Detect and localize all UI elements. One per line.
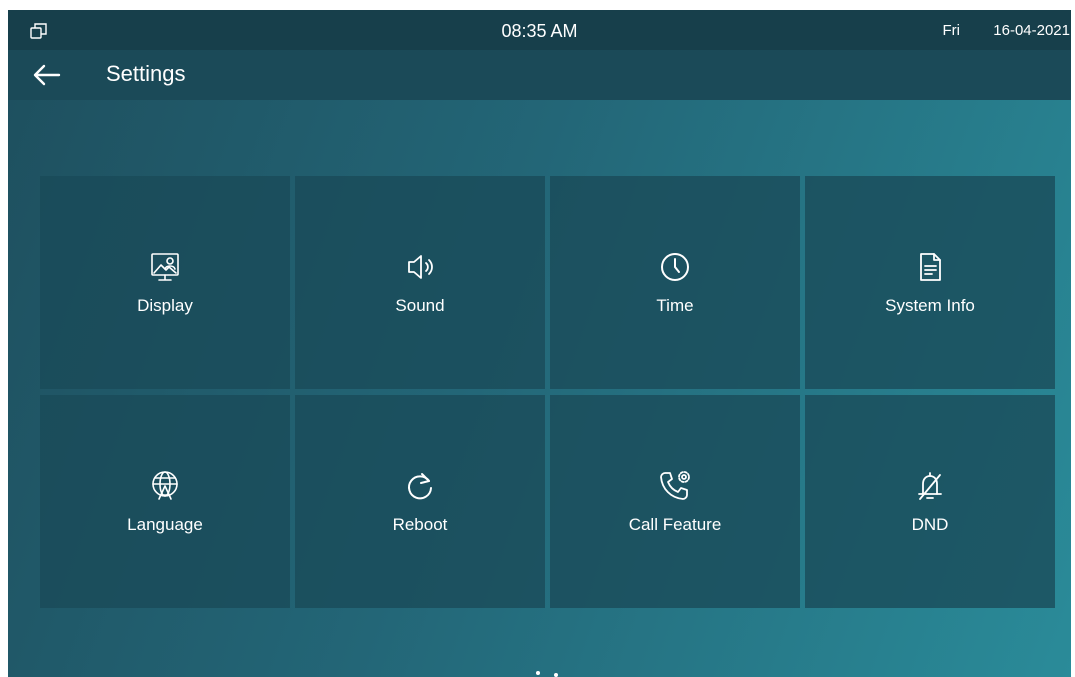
- tile-label-system-info: System Info: [885, 296, 975, 315]
- tile-label-time: Time: [656, 296, 694, 315]
- tile-label-display: Display: [137, 296, 193, 315]
- globe-icon: [40, 468, 290, 504]
- status-day: Fri: [942, 22, 961, 39]
- language-tile[interactable]: Language: [40, 395, 290, 608]
- sound-tile[interactable]: Sound: [295, 176, 545, 389]
- system-info-tile[interactable]: System Info: [805, 176, 1055, 389]
- reboot-icon: [295, 468, 545, 504]
- status-bar: 08:35 AM Fri 16-04-2021: [8, 10, 1071, 50]
- dnd-tile[interactable]: DND: [805, 395, 1055, 608]
- bell-off-icon: [805, 468, 1055, 504]
- clock-icon: [550, 249, 800, 285]
- status-time: 08:35 AM: [501, 21, 578, 41]
- time-tile[interactable]: Time: [550, 176, 800, 389]
- display-tile[interactable]: Display: [40, 176, 290, 389]
- speaker-icon: [295, 249, 545, 285]
- reboot-tile[interactable]: Reboot: [295, 395, 545, 608]
- document-icon: [805, 249, 1055, 285]
- page-indicator-dot-1[interactable]: [536, 671, 540, 675]
- tile-label-call-feature: Call Feature: [628, 515, 722, 534]
- phone-gear-icon: [550, 468, 800, 504]
- call-feature-tile[interactable]: Call Feature: [550, 395, 800, 608]
- tile-label-language: Language: [127, 515, 203, 534]
- settings-screen: 08:35 AM Fri 16-04-2021 Settings Display: [8, 10, 1071, 677]
- title-bar: Settings: [8, 50, 1071, 100]
- back-button[interactable]: [32, 62, 68, 88]
- back-arrow-icon: [33, 64, 61, 86]
- tile-label-sound: Sound: [395, 296, 445, 315]
- page-indicator-dot-2[interactable]: [554, 673, 558, 677]
- tile-label-reboot: Reboot: [392, 515, 448, 534]
- status-date: 16-04-2021: [993, 22, 1070, 39]
- tile-label-dnd: DND: [911, 515, 949, 534]
- page-title: Settings: [106, 61, 186, 86]
- display-icon: [40, 249, 290, 285]
